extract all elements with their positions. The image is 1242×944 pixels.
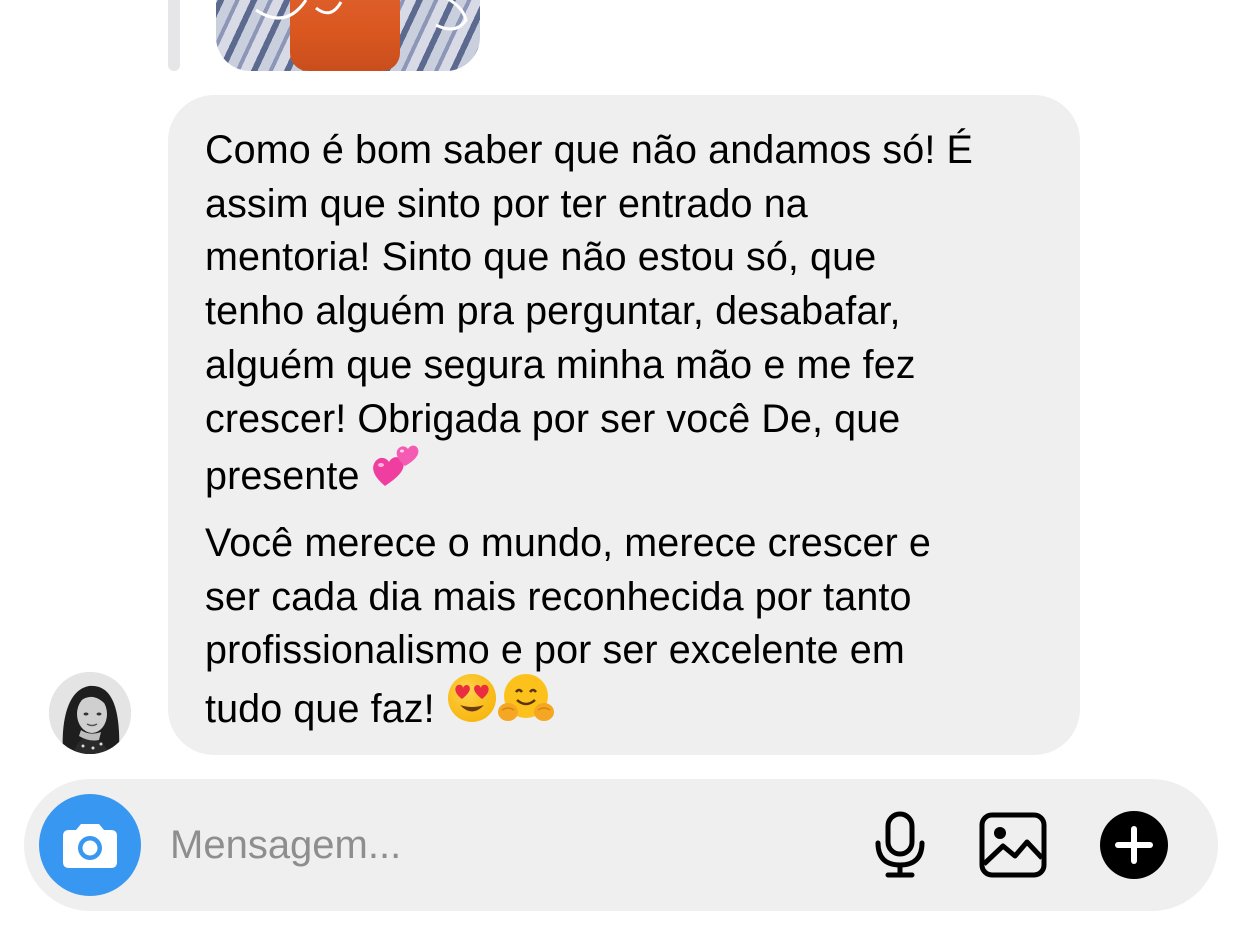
chat-screen: Como é bom saber que não andamos só! É a… [0,0,1242,944]
camera-button[interactable] [39,794,141,896]
gallery-button[interactable] [976,809,1050,881]
add-button[interactable] [1096,807,1172,883]
shared-image-thumbnail[interactable] [216,0,480,71]
message-paragraph: Como é bom saber que não andamos só! É a… [205,124,1044,511]
message-bubble[interactable]: Como é bom saber que não andamos só! É a… [168,95,1080,755]
heart-eyes-emoji-icon [446,672,498,739]
microphone-icon [875,811,925,878]
hugging-face-emoji-icon [497,672,554,739]
message-text: Você merece o mundo, merece crescer e se… [205,520,932,731]
doodle-overlay [255,0,468,31]
microphone-button[interactable] [866,807,934,883]
message-text: Como é bom saber que não andamos só! É a… [205,128,973,499]
avatar-photo [49,672,131,754]
camera-icon [63,824,117,868]
message-composer [24,779,1218,911]
avatar[interactable] [49,672,131,754]
message-paragraph: Você merece o mundo, merece crescer e se… [205,517,1044,745]
reply-indicator-bar [168,0,180,71]
message-input[interactable] [170,817,810,873]
plus-circle-icon [1100,811,1168,879]
gallery-icon [979,812,1047,878]
two-hearts-emoji-icon [371,440,423,505]
